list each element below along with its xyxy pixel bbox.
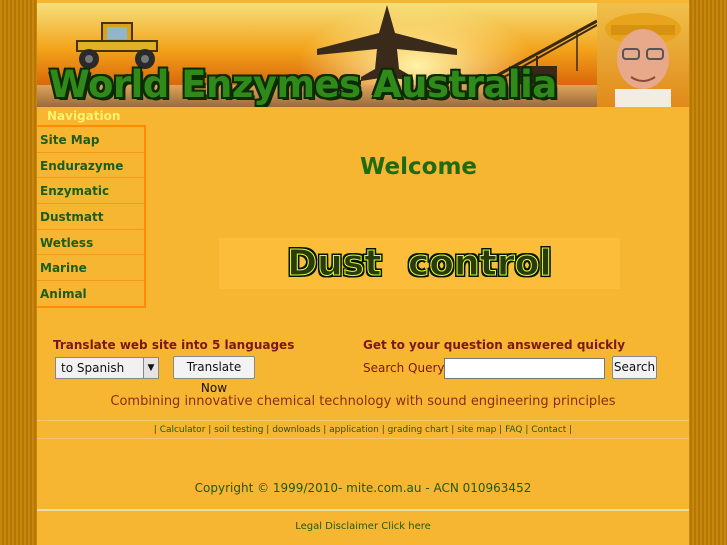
divider-bottom [37,438,689,439]
portrait-photo [597,3,689,107]
nav-item-dustmatt[interactable]: Dustmatt [37,204,144,230]
nav-item-animal[interactable]: Animal [37,281,144,307]
footer-link-grading-chart[interactable]: grading chart [388,425,449,435]
links-separator: | [378,425,388,435]
links-separator: | [448,425,458,435]
footer-link-faq[interactable]: FAQ [505,425,522,435]
tagline: Combining innovative chemical technology… [110,394,616,409]
copyright-text: Copyright © 1999/2010- mite.com.au - ACN… [194,481,532,495]
person-with-hardhat-icon [605,13,681,107]
nav-item-endurazyme[interactable]: Endurazyme [37,153,144,179]
nav-item-marine[interactable]: Marine [37,255,144,282]
translate-now-button[interactable]: Translate Now [173,356,255,395]
welcome-heading: Welcome [360,154,478,180]
nav-item-site-map[interactable]: Site Map [37,127,144,153]
legal-disclaimer-link[interactable]: Legal Disclaimer Click here [37,521,689,532]
header-banner: World Enzymes Australia [37,3,689,107]
language-select[interactable]: to Spanish ▼ [55,357,159,379]
links-separator: | [496,425,506,435]
site-title: World Enzymes Australia [49,63,557,106]
dust-control-banner: Dust control [219,238,620,289]
search-title: Get to your question answered quickly [363,338,626,352]
chevron-down-icon[interactable]: ▼ [143,358,158,378]
search-query-label: Search Query [363,361,445,375]
footer-link-calculator[interactable]: Calculator [160,425,206,435]
footer-link-site-map[interactable]: site map [457,425,496,435]
nav-item-wetless[interactable]: Wetless [37,230,144,256]
sidebar-nav: Site Map Endurazyme Enzymatic Dustmatt W… [37,125,146,308]
footer-link-application[interactable]: application [329,425,379,435]
page-container: World Enzymes Australia Navigation Site … [37,0,689,545]
footer-link-downloads[interactable]: downloads [272,425,320,435]
translate-title: Translate web site into 5 languages [53,338,295,352]
search-button[interactable]: Search [612,356,657,379]
language-select-value: to Spanish [61,361,125,375]
nav-item-enzymatic[interactable]: Enzymatic [37,178,144,205]
links-separator: | [263,425,273,435]
footer-rule [37,509,689,511]
links-separator: | [522,425,532,435]
dust-control-text: Dust control [287,243,552,285]
search-input[interactable] [444,358,605,379]
links-separator: | [205,425,215,435]
nav-heading: Navigation [47,109,121,123]
footer-links: | Calculator | soil testing | downloads … [37,425,689,435]
links-suffix: | [566,425,573,435]
footer-link-contact[interactable]: Contact [531,425,566,435]
links-separator: | [320,425,330,435]
divider-top [37,420,689,421]
footer-link-soil-testing[interactable]: soil testing [214,425,263,435]
